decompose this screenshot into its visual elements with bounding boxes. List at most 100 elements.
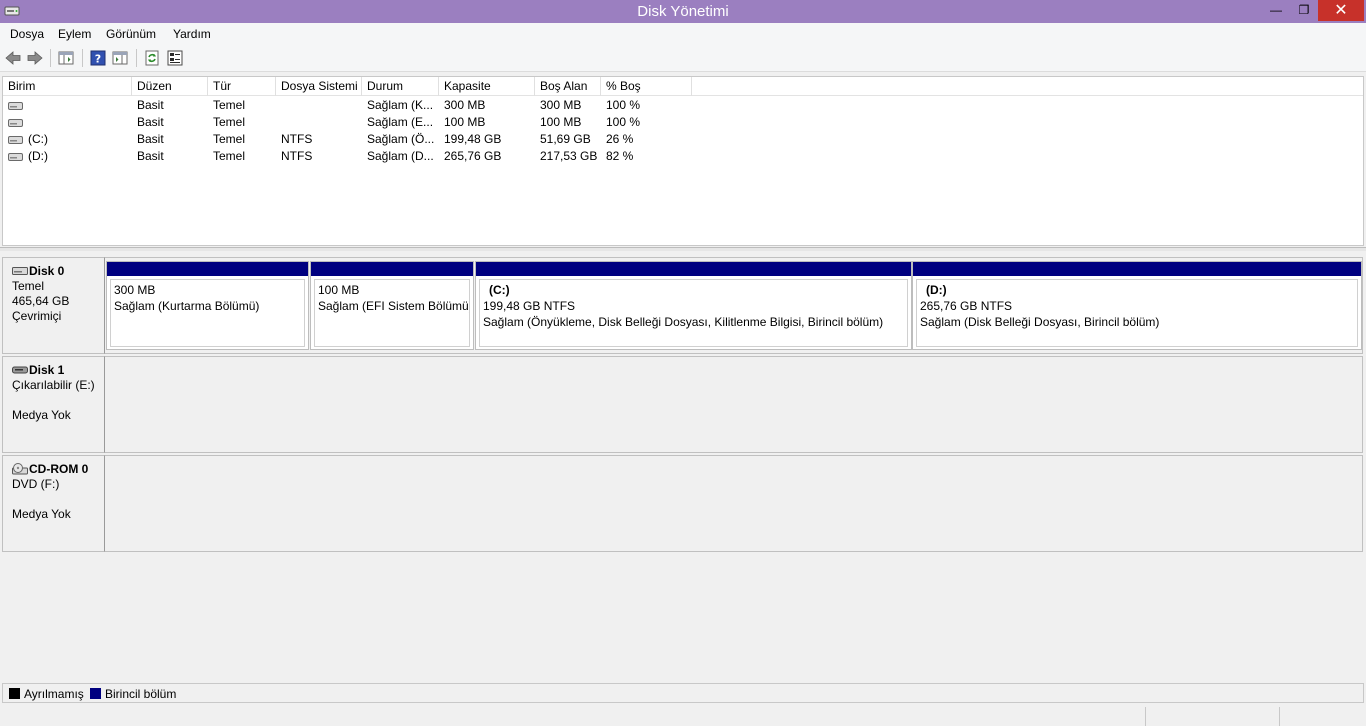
table-row[interactable]: (C:) Basit Temel NTFS Sağlam (Ö... 199,4… (3, 131, 1363, 148)
menu-bar: Dosya Eylem Görünüm Yardım (0, 23, 1366, 44)
cell-dosya-sistemi (276, 114, 362, 131)
back-arrow-icon[interactable] (4, 49, 22, 67)
partition-color-bar (476, 262, 911, 276)
cell-tur: Temel (213, 149, 246, 163)
show-hide-action-pane-icon[interactable] (111, 49, 129, 67)
cell-yuzde-bos: 82 % (606, 149, 634, 163)
partition-name: (D:) (926, 283, 947, 297)
cell-duzen: Basit (137, 149, 164, 163)
cell-duzen: Basit (137, 98, 164, 112)
partition-status: Sağlam (Kurtarma Bölümü) (114, 299, 260, 313)
column-header-tur[interactable]: Tür (208, 77, 276, 96)
volume-list[interactable]: Birim Düzen Tür Dosya Sistemi Durum Kapa… (2, 76, 1364, 246)
cell-tur: Temel (213, 115, 246, 129)
column-header-kapasite[interactable]: Kapasite (439, 77, 535, 96)
cell-dosya-sistemi: NTFS (281, 149, 313, 163)
cell-duzen: Basit (137, 115, 164, 129)
disk-name: Disk 1 (29, 363, 65, 377)
partition-size: 300 MB (114, 283, 156, 297)
window-title: Disk Yönetimi (637, 3, 729, 20)
partition-d[interactable]: (D:) 265,76 GB NTFS Sağlam (Disk Belleği… (912, 261, 1362, 350)
cell-bos-alan: 100 MB (540, 115, 582, 129)
partition-body: 300 MB Sağlam (Kurtarma Bölümü) (110, 279, 305, 347)
disk-type: Temel (12, 279, 45, 293)
disk-icon (12, 267, 28, 275)
disk-status: Medya Yok (12, 507, 71, 521)
minimize-button[interactable]: — (1262, 0, 1290, 21)
status-segment (1145, 707, 1279, 726)
cell-yuzde-bos: 100 % (606, 115, 641, 129)
legend-swatch-primary (90, 688, 101, 699)
disk-1-label[interactable]: Disk 1 Çıkarılabilir (E:) Medya Yok (2, 356, 105, 453)
cell-tur: Temel (213, 98, 246, 112)
disk-status: Medya Yok (12, 408, 71, 422)
cdrom-0-label[interactable]: CD-ROM 0 DVD (F:) Medya Yok (2, 455, 105, 552)
column-header-dosya-sistemi[interactable]: Dosya Sistemi (276, 77, 362, 96)
forward-arrow-icon[interactable] (26, 49, 44, 67)
partition-status: Sağlam (EFI Sistem Bölümü) (318, 299, 470, 313)
cdrom-icon (12, 463, 28, 475)
column-header-duzen[interactable]: Düzen (132, 77, 208, 96)
cell-dosya-sistemi: NTFS (281, 132, 313, 146)
help-icon[interactable]: ? (89, 49, 107, 67)
svg-text:?: ? (95, 53, 101, 66)
disk-0-label[interactable]: Disk 0 Temel 465,64 GB Çevrimiçi (2, 257, 105, 354)
properties-icon[interactable] (166, 49, 184, 67)
disk-name: CD-ROM 0 (29, 462, 89, 476)
column-header-bos-alan[interactable]: Boş Alan (535, 77, 601, 96)
menu-eylem[interactable]: Eylem (58, 27, 91, 41)
show-hide-console-tree-icon[interactable] (57, 49, 75, 67)
cell-yuzde-bos: 100 % (606, 98, 641, 112)
refresh-icon[interactable] (143, 49, 161, 67)
partition-c[interactable]: (C:) 199,48 GB NTFS Sağlam (Önyükleme, D… (475, 261, 912, 350)
disk-type: Çıkarılabilir (E:) (12, 378, 95, 392)
table-row[interactable]: Basit Temel Sağlam (E... 100 MB 100 MB 1… (3, 114, 1363, 131)
drive-icon (8, 136, 23, 144)
partition-status: Sağlam (Disk Belleği Dosyası, Birincil b… (920, 315, 1160, 329)
cell-durum: Sağlam (Ö... (367, 132, 435, 146)
partition-body: 100 MB Sağlam (EFI Sistem Bölümü) (314, 279, 470, 347)
cell-bos-alan: 51,69 GB (540, 132, 591, 146)
partition-body: (D:) 265,76 GB NTFS Sağlam (Disk Belleği… (916, 279, 1358, 347)
cell-kapasite: 199,48 GB (444, 132, 502, 146)
partition-recovery[interactable]: 300 MB Sağlam (Kurtarma Bölümü) (106, 261, 309, 350)
drive-icon (8, 102, 23, 110)
volume-list-header: Birim Düzen Tür Dosya Sistemi Durum Kapa… (3, 77, 1363, 96)
cell-birim: (C:) (3, 131, 132, 148)
close-button[interactable]: ✕ (1318, 0, 1364, 21)
drive-icon (8, 119, 23, 127)
column-header-durum[interactable]: Durum (362, 77, 439, 96)
menu-dosya[interactable]: Dosya (10, 27, 44, 41)
cell-text: (D:) (28, 149, 48, 163)
toolbar-separator (136, 49, 137, 67)
cell-birim (3, 114, 132, 131)
cell-kapasite: 300 MB (444, 98, 486, 112)
partition-name: (C:) (489, 283, 510, 297)
partition-size: 100 MB (318, 283, 360, 297)
cell-durum: Sağlam (K... (367, 98, 434, 112)
toolbar-separator (50, 49, 51, 67)
maximize-button[interactable]: ❐ (1290, 0, 1318, 21)
title-bar: Disk Yönetimi — ❐ ✕ (0, 0, 1366, 23)
toolbar: ? (0, 44, 1366, 72)
table-row[interactable]: Basit Temel Sağlam (K... 300 MB 300 MB 1… (3, 97, 1363, 114)
cell-durum: Sağlam (E... (367, 115, 434, 129)
legend-swatch-unallocated (9, 688, 20, 699)
partition-color-bar (913, 262, 1361, 276)
partition-efi[interactable]: 100 MB Sağlam (EFI Sistem Bölümü) (310, 261, 474, 350)
cell-bos-alan: 217,53 GB (540, 149, 598, 163)
partition-size: 199,48 GB NTFS (483, 299, 576, 313)
cell-durum: Sağlam (D... (367, 149, 434, 163)
menu-gorunum[interactable]: Görünüm (106, 27, 156, 41)
column-header-yuzde-bos[interactable]: % Boş (601, 77, 692, 96)
removable-disk-icon (12, 366, 28, 374)
cell-birim (3, 97, 132, 114)
column-header-birim[interactable]: Birim (3, 77, 132, 96)
cell-bos-alan: 300 MB (540, 98, 582, 112)
table-row[interactable]: (D:) Basit Temel NTFS Sağlam (D... 265,7… (3, 148, 1363, 165)
menu-yardim[interactable]: Yardım (173, 27, 211, 41)
partition-color-bar (107, 262, 308, 276)
disk-1-partition-strip (105, 356, 1363, 453)
